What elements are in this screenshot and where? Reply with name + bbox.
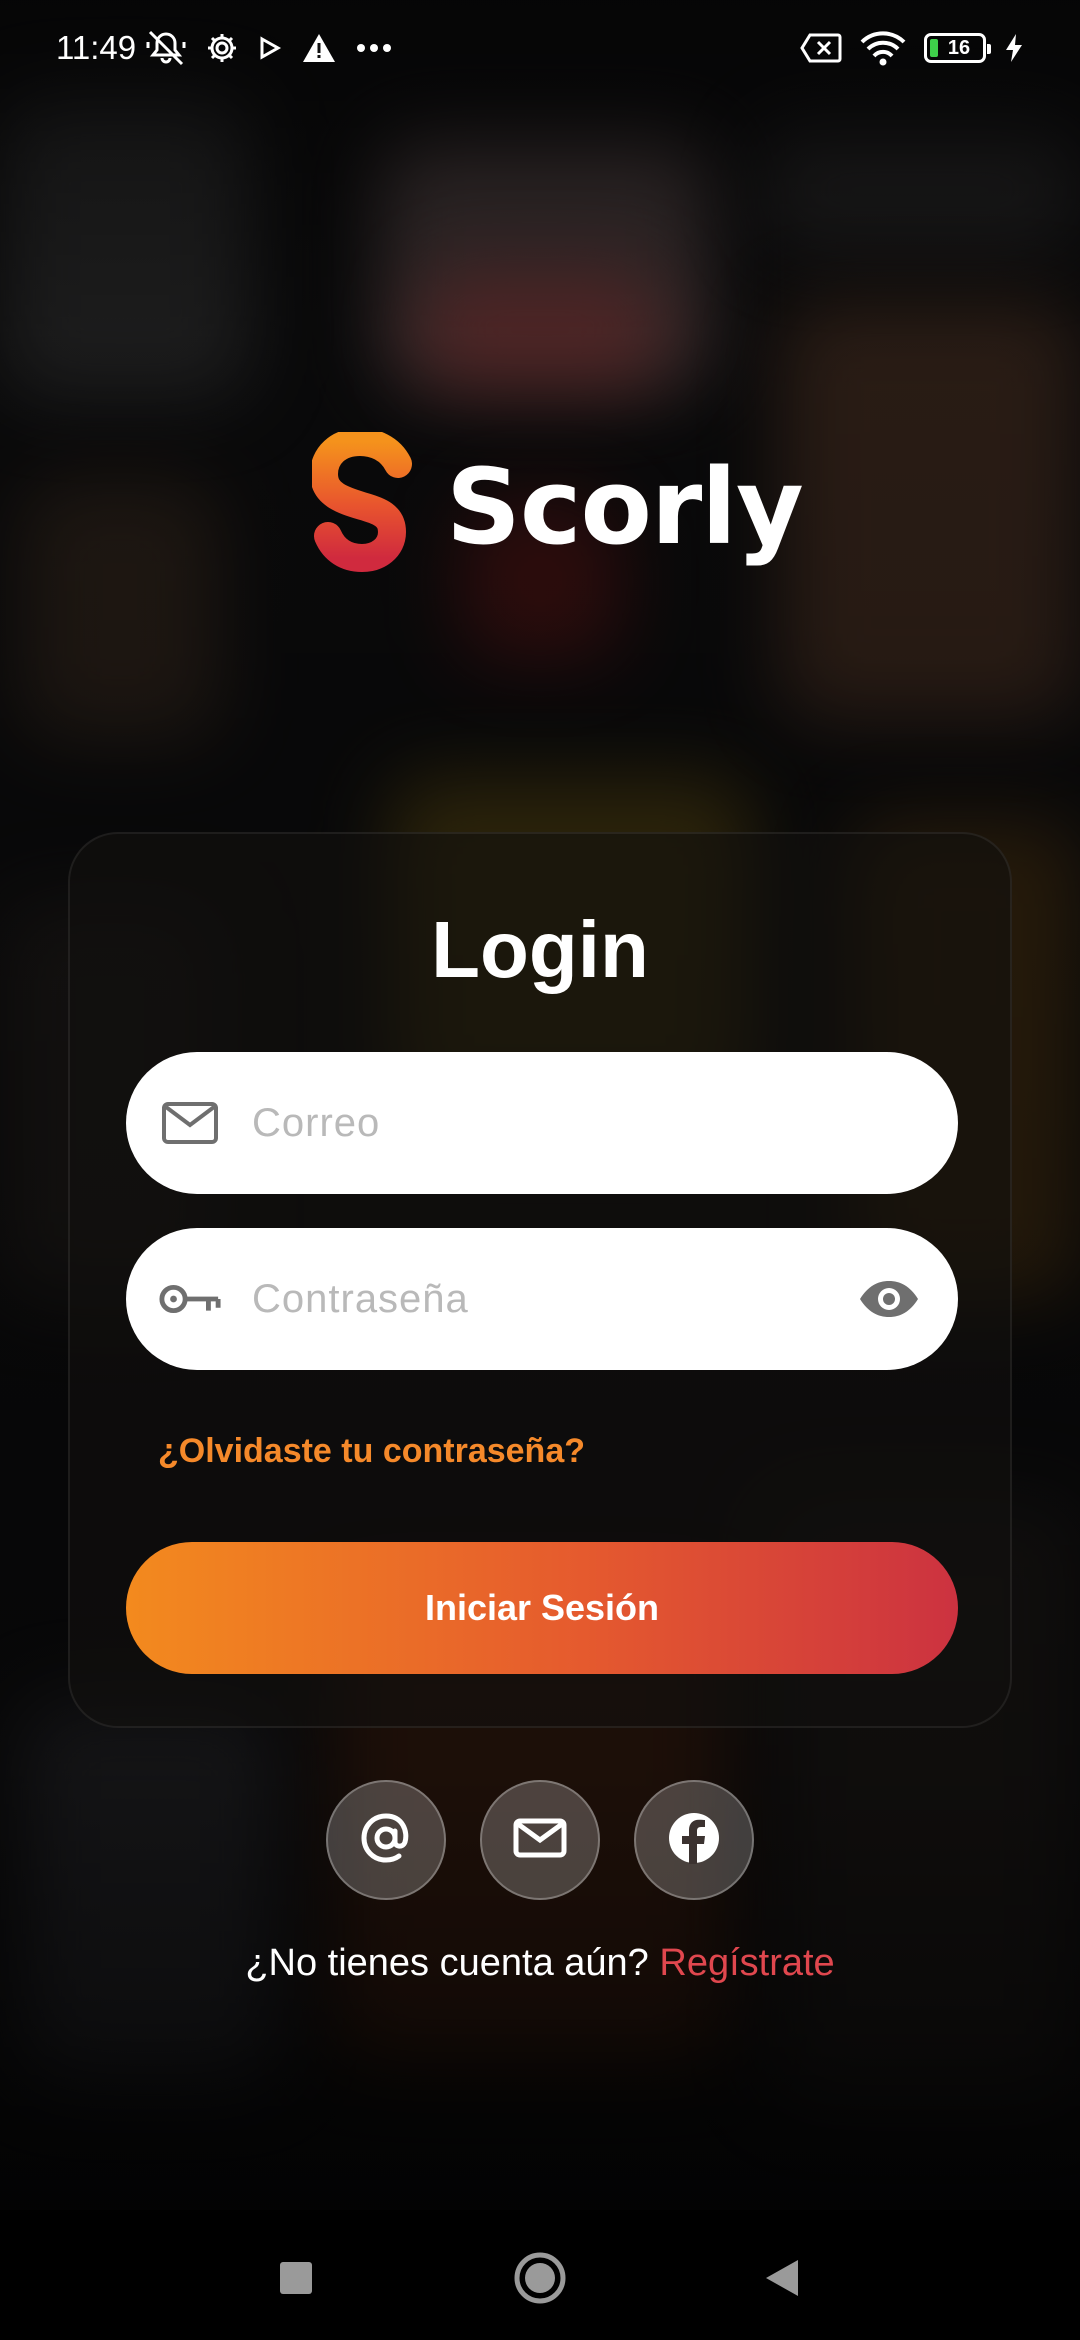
- back-icon[interactable]: [754, 2250, 810, 2306]
- key-icon: [158, 1267, 222, 1331]
- settings-icon: [206, 32, 238, 64]
- battery-level: 16: [947, 36, 971, 59]
- status-bar: 11:49 16: [0, 0, 1080, 96]
- mail-login-button[interactable]: [480, 1780, 600, 1900]
- social-login-row: [0, 1780, 1080, 1900]
- facebook-icon: [668, 1812, 720, 1869]
- email-field[interactable]: [126, 1052, 958, 1194]
- system-nav-bar: [0, 2210, 1080, 2340]
- more-icon: [356, 43, 392, 53]
- login-button[interactable]: Iniciar Sesión: [126, 1542, 958, 1674]
- status-icons-left: [146, 30, 392, 66]
- facebook-login-button[interactable]: [634, 1780, 754, 1900]
- battery-icon: 16: [924, 33, 991, 63]
- status-icons-right: 16: [800, 30, 1024, 66]
- password-input[interactable]: [252, 1228, 854, 1370]
- show-password-eye-icon[interactable]: [854, 1264, 924, 1334]
- scorly-logo-icon: [312, 432, 412, 573]
- charging-icon: [1004, 33, 1024, 63]
- password-field[interactable]: [126, 1228, 958, 1370]
- warning-icon: [302, 33, 336, 63]
- envelope-icon: [158, 1091, 222, 1155]
- home-icon[interactable]: [512, 2250, 568, 2306]
- wifi-icon: [860, 30, 906, 66]
- status-time: 11:49: [56, 29, 137, 66]
- app-logo: Scorly: [312, 432, 804, 582]
- at-sign-icon: [359, 1811, 413, 1870]
- envelope-icon: [513, 1818, 567, 1863]
- login-card: Login ¿Olvidaste tu contraseña? Iniciar …: [68, 832, 1012, 1728]
- register-prompt: ¿No tienes cuenta aún?: [245, 1942, 649, 1984]
- no-sim-icon: [800, 33, 842, 63]
- email-at-login-button[interactable]: [326, 1780, 446, 1900]
- play-icon: [258, 36, 282, 60]
- forgot-password-link[interactable]: ¿Olvidaste tu contraseña?: [158, 1432, 585, 1471]
- login-title: Login: [431, 905, 649, 994]
- register-row: ¿No tienes cuenta aún? Regístrate: [0, 1942, 1080, 1985]
- app-name: Scorly: [446, 446, 804, 568]
- email-input[interactable]: [252, 1052, 958, 1194]
- recents-icon[interactable]: [268, 2250, 324, 2306]
- register-link[interactable]: Regístrate: [659, 1942, 834, 1984]
- mute-icon: [146, 30, 186, 66]
